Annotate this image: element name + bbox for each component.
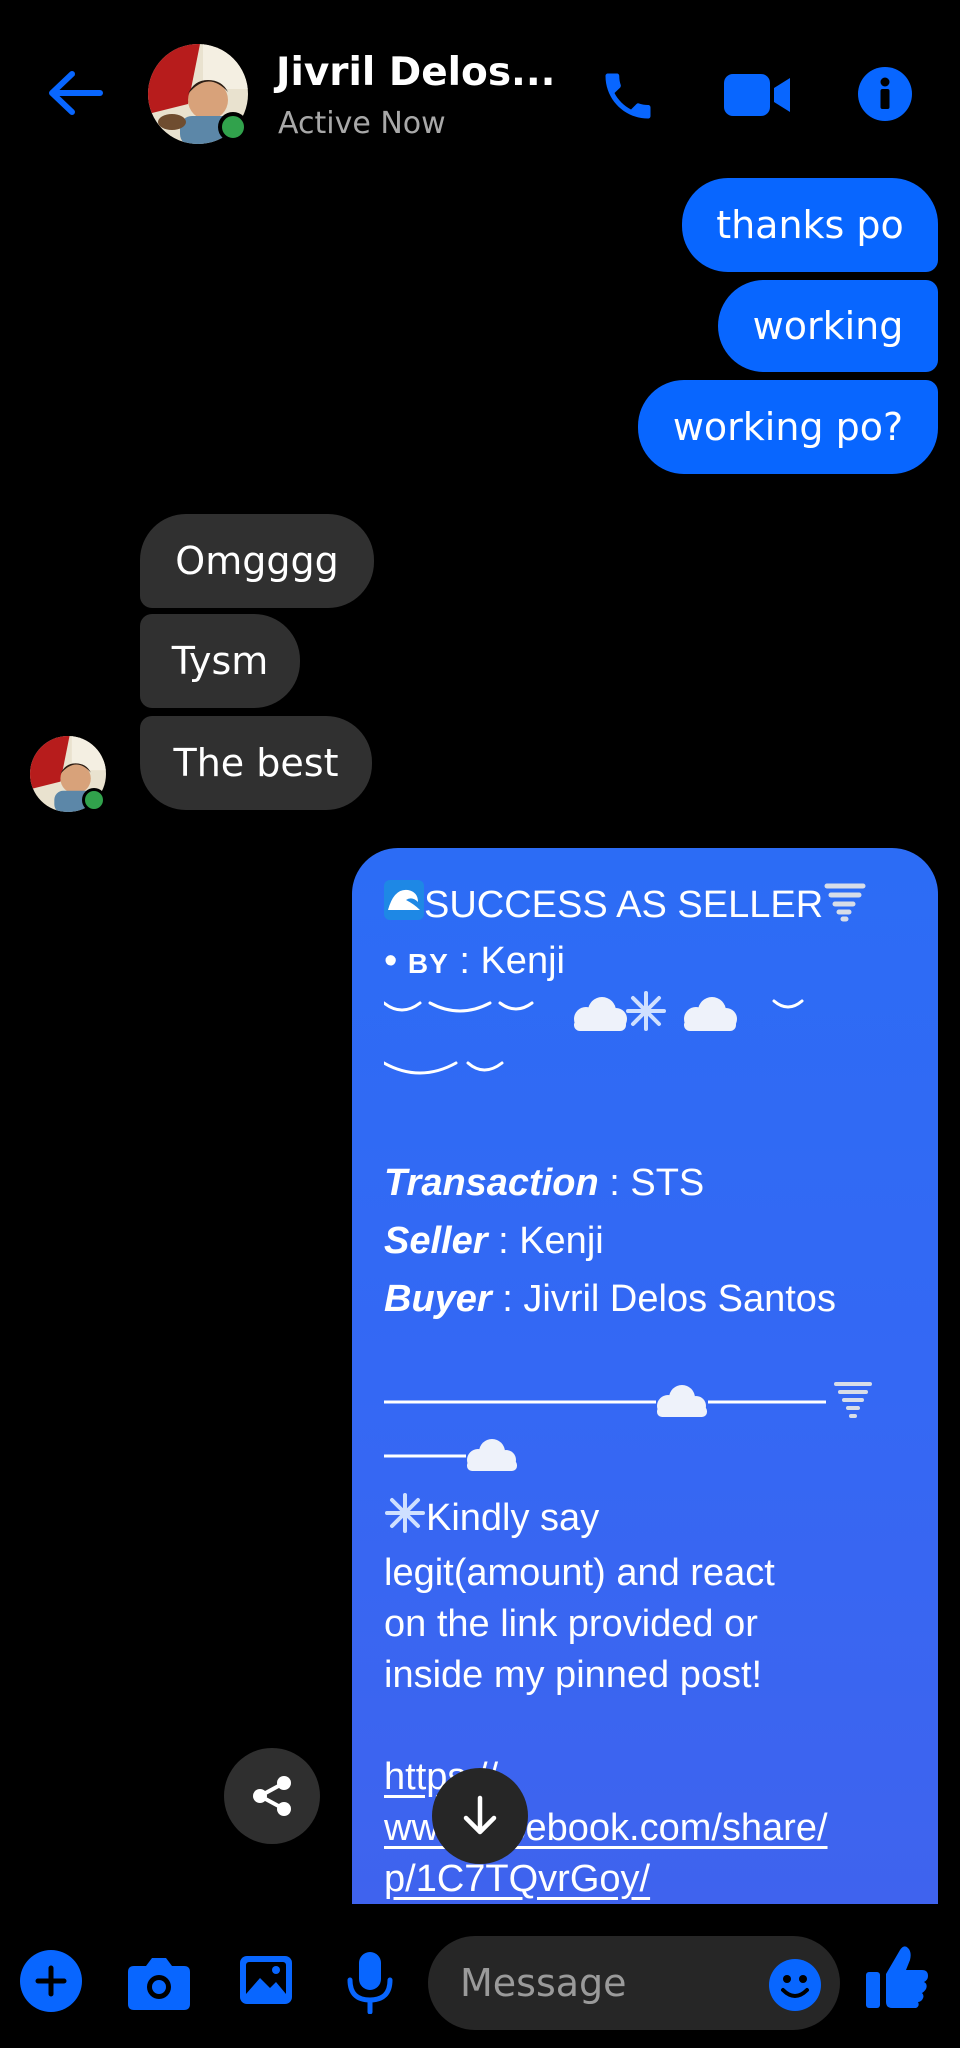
- transaction-label: Transaction: [384, 1162, 599, 1204]
- microphone-icon[interactable]: [346, 1950, 394, 2014]
- incoming-message[interactable]: Omgggg: [140, 514, 374, 608]
- outgoing-message[interactable]: working: [718, 280, 938, 372]
- decorative-divider: [384, 1376, 908, 1442]
- emoji-icon[interactable]: [768, 1958, 822, 2012]
- phone-icon[interactable]: [598, 66, 658, 126]
- share-button[interactable]: [224, 1748, 320, 1844]
- card-instruction-line: on the link provided or: [384, 1603, 758, 1645]
- snowflake-emoji-icon: [384, 1492, 426, 1548]
- back-arrow-icon[interactable]: [44, 68, 108, 118]
- camera-icon[interactable]: [128, 1954, 190, 2010]
- outgoing-message[interactable]: working po?: [638, 380, 938, 474]
- seller-value: : Kenji: [487, 1220, 604, 1262]
- decorative-arcs-row: [382, 1053, 908, 1107]
- outgoing-message-card[interactable]: SUCCESS AS SELLER • BY : Kenji Transacti…: [352, 848, 938, 1904]
- decorative-arcs-row: [382, 989, 908, 1053]
- outgoing-message[interactable]: thanks po: [682, 178, 938, 272]
- card-title: SUCCESS AS SELLER: [424, 884, 824, 927]
- tornado-emoji-icon: [823, 878, 867, 936]
- gallery-icon[interactable]: [238, 1954, 294, 2006]
- arrow-down-icon: [463, 1795, 497, 1835]
- incoming-message[interactable]: The best: [140, 716, 372, 810]
- online-indicator: [218, 112, 248, 142]
- share-icon: [253, 1776, 291, 1816]
- by-label: BY: [407, 948, 449, 979]
- contact-name[interactable]: Jivril Delos...: [276, 50, 556, 95]
- by-value: : Kenji: [459, 940, 565, 982]
- sender-avatar[interactable]: [30, 736, 106, 812]
- transaction-value: : STS: [598, 1162, 705, 1204]
- video-camera-icon[interactable]: [724, 72, 790, 118]
- seller-label: Seller: [384, 1220, 488, 1262]
- scroll-to-bottom-button[interactable]: [432, 1768, 528, 1864]
- share-link[interactable]: p/1C7TQvrGoy/: [384, 1854, 908, 1904]
- decorative-divider: [384, 1434, 908, 1492]
- card-instruction-line: legit(amount) and react: [384, 1552, 775, 1594]
- online-indicator: [82, 788, 106, 812]
- incoming-message[interactable]: Tysm: [140, 614, 300, 708]
- thumbs-up-icon[interactable]: [866, 1944, 928, 2010]
- cloud-emoji-icon: [574, 997, 627, 1031]
- plus-button[interactable]: [20, 1950, 82, 2012]
- active-status: Active Now: [278, 106, 446, 141]
- buyer-label: Buyer: [384, 1278, 492, 1320]
- card-instruction-line: Kindly say: [426, 1497, 600, 1540]
- info-icon[interactable]: [858, 67, 912, 121]
- plus-icon: [35, 1965, 67, 1997]
- contact-avatar[interactable]: [148, 44, 248, 144]
- wave-emoji-icon: [384, 880, 424, 934]
- card-instruction-line: inside my pinned post!: [384, 1654, 763, 1696]
- buyer-value: : Jivril Delos Santos: [491, 1278, 836, 1320]
